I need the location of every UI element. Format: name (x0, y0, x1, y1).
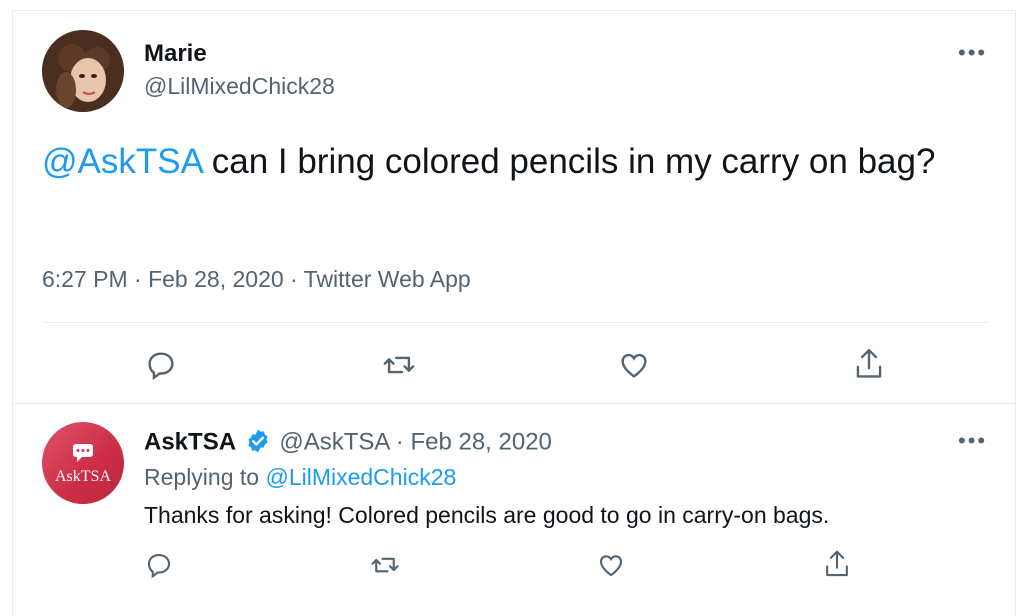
author-handle[interactable]: @LilMixedChick28 (144, 73, 335, 100)
verified-badge-icon (248, 429, 268, 453)
reply-author-handle[interactable]: @AskTSA (279, 428, 389, 455)
tweet-timestamp[interactable]: 6:27 PM · Feb 28, 2020 · Twitter Web App (42, 266, 471, 293)
tweet-separator (12, 403, 1016, 404)
reply-author-name[interactable]: AskTSA (144, 428, 236, 455)
share-icon (856, 348, 882, 378)
retweet-icon (383, 356, 415, 374)
divider (42, 322, 988, 323)
mention-link[interactable]: @AskTSA (42, 142, 202, 181)
asktsa-avatar[interactable]: AskTSA (42, 422, 124, 504)
tweet-body: can I bring colored pencils in my carry … (202, 142, 936, 181)
reply-text: Thanks for asking! Colored pencils are g… (144, 502, 830, 528)
reply-header: AskTSA @AskTSA · Feb 28, 2020 (144, 428, 552, 458)
more-options-icon[interactable]: ••• (958, 40, 987, 66)
like-icon (621, 353, 647, 378)
share-icon (826, 550, 848, 577)
reply-more-options-icon[interactable]: ••• (958, 428, 987, 454)
retweet-icon (371, 557, 399, 573)
like-icon (599, 555, 623, 577)
author-avatar[interactable] (42, 30, 124, 112)
reply-date[interactable]: · Feb 28, 2020 (396, 428, 552, 455)
author-name[interactable]: Marie (144, 40, 207, 68)
replying-to-link[interactable]: @LilMixedChick28 (265, 464, 456, 490)
like-button[interactable] (617, 348, 651, 382)
reply-icon (148, 352, 174, 381)
reply-share-button[interactable] (822, 548, 852, 580)
reply-retweet-button[interactable] (370, 550, 400, 580)
tweet-text: @AskTSA can I bring colored pencils in m… (42, 140, 962, 184)
reply-button[interactable] (144, 348, 178, 382)
replying-to-line: Replying to @LilMixedChick28 (144, 464, 456, 491)
avatar-photo-icon (42, 30, 124, 112)
chat-bubble-icon (73, 444, 93, 462)
retweet-button[interactable] (382, 348, 416, 382)
avatar-label: AskTSA (54, 468, 111, 485)
share-button[interactable] (852, 346, 886, 382)
replying-to-label: Replying to (144, 464, 266, 490)
reply-like-button[interactable] (596, 550, 626, 580)
reply-icon (147, 553, 171, 579)
reply-reply-button[interactable] (144, 550, 174, 580)
